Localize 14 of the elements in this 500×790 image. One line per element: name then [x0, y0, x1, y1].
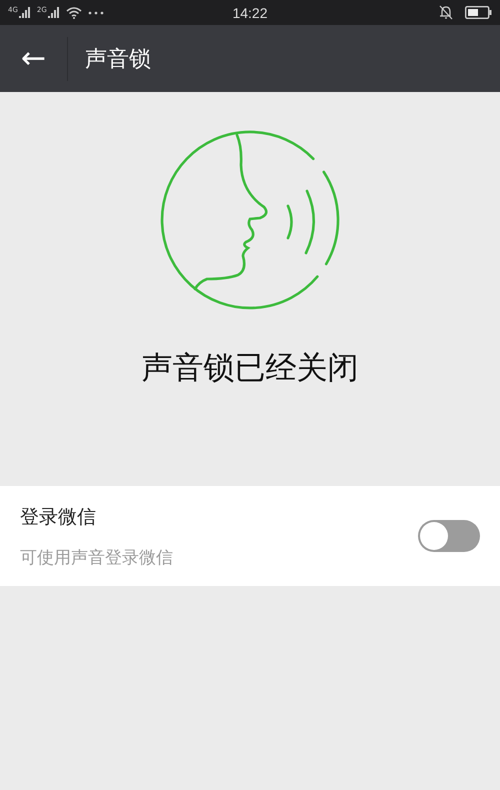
- speaking-profile-icon: [159, 129, 341, 311]
- toggle-switch[interactable]: [418, 520, 480, 552]
- status-heading: 声音锁已经关闭: [142, 349, 358, 388]
- signal-icon: [18, 7, 31, 18]
- setting-label: 登录微信: [20, 504, 97, 530]
- signal-icon: [48, 7, 60, 18]
- back-button[interactable]: ←: [0, 36, 68, 80]
- battery-icon: [465, 6, 492, 19]
- setting-description: 可使用声音登录微信: [20, 546, 173, 568]
- more-icon: [88, 10, 104, 14]
- page-title: 声音锁: [85, 46, 151, 74]
- muted-bell-icon: [439, 5, 453, 20]
- wifi-icon: [66, 6, 82, 19]
- clock-time: 14:22: [231, 4, 269, 20]
